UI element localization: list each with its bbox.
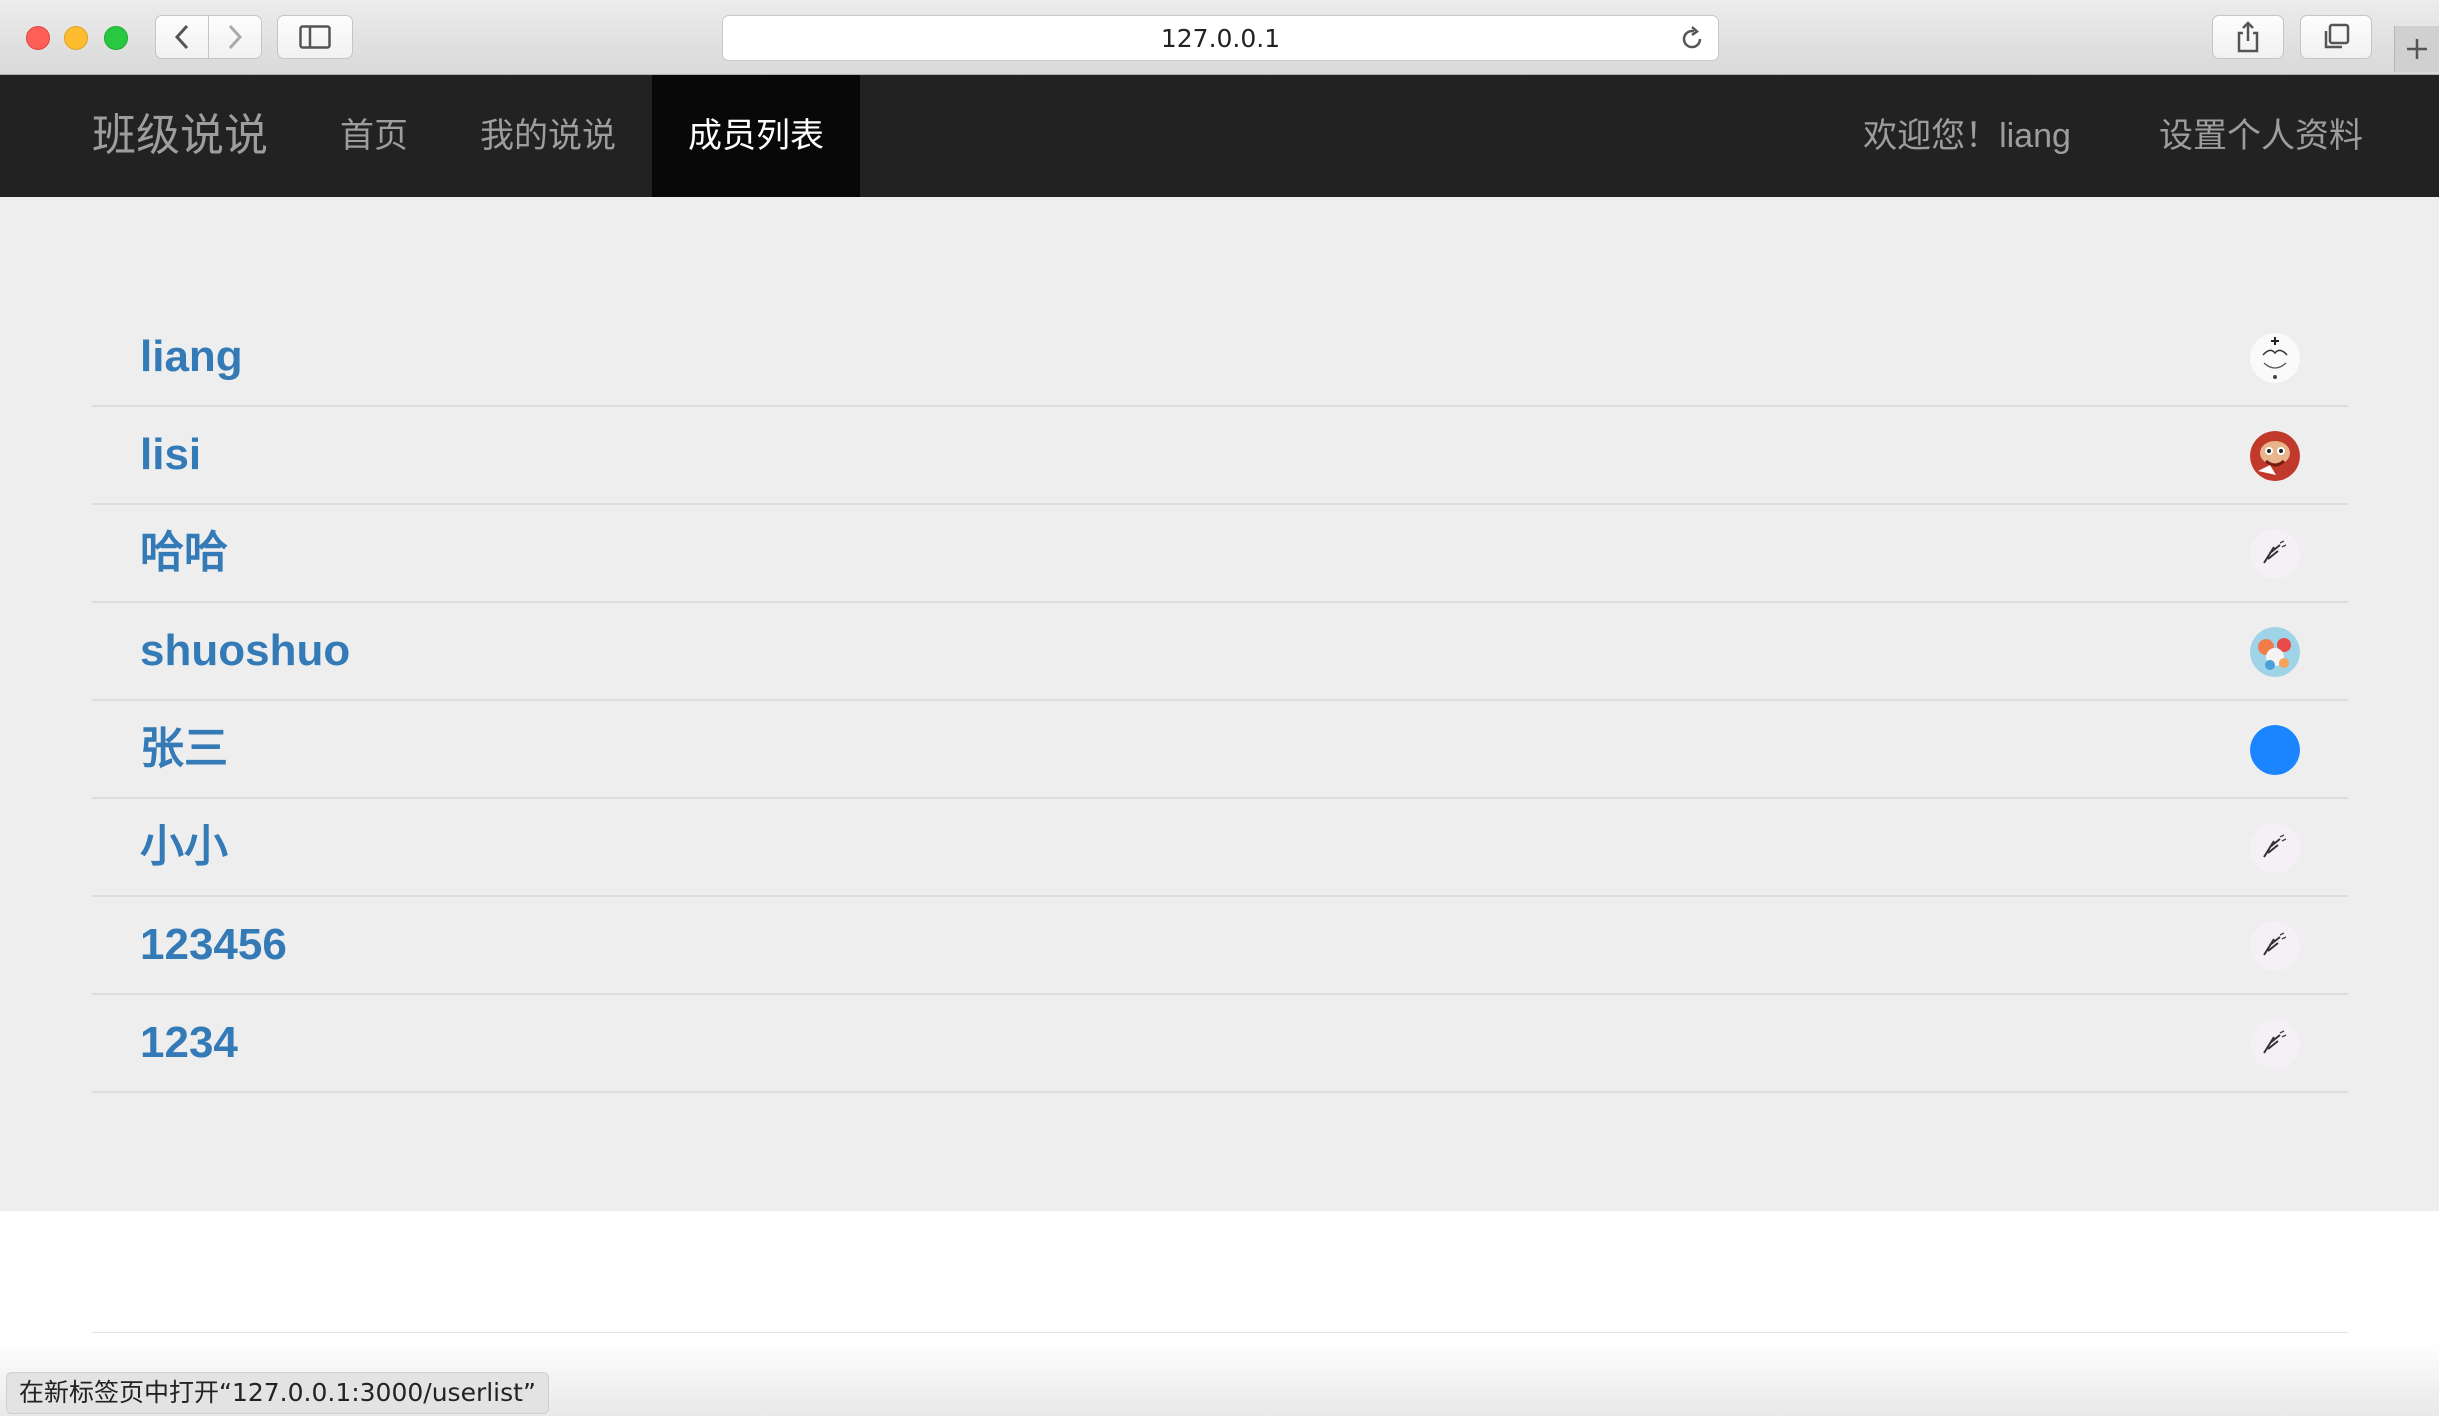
- back-button[interactable]: [155, 15, 209, 59]
- nav-link-my-posts[interactable]: 我的说说: [462, 75, 634, 197]
- nav-link-member-list[interactable]: 成员列表: [652, 75, 860, 197]
- default-sketch-avatar-icon[interactable]: [2250, 921, 2300, 971]
- default-sketch-avatar-icon[interactable]: [2250, 1019, 2300, 1069]
- show-tabs-button[interactable]: [2300, 15, 2372, 59]
- member-name-link[interactable]: 123456: [140, 897, 287, 993]
- default-sketch-avatar-icon[interactable]: [2250, 823, 2300, 873]
- browser-status-bar: 在新标签页中打开“127.0.0.1:3000/userlist”: [6, 1372, 549, 1414]
- sketch-avatar-icon[interactable]: [2250, 333, 2300, 383]
- list-item: 123456: [92, 897, 2348, 995]
- sidebar-icon: [299, 25, 331, 49]
- list-item: 哈哈: [92, 505, 2348, 603]
- reload-icon[interactable]: [1678, 25, 1706, 53]
- address-bar[interactable]: 127.0.0.1: [722, 15, 1719, 61]
- site-navbar: 班级说说 首页 我的说说 成员列表 欢迎您！liang 设置个人资料: [0, 75, 2439, 197]
- list-item: 1234: [92, 995, 2348, 1093]
- browser-toolbar: 127.0.0.1: [0, 0, 2439, 75]
- default-sketch-avatar-icon[interactable]: [2250, 529, 2300, 579]
- address-text: 127.0.0.1: [1160, 23, 1281, 53]
- list-item: 张三: [92, 701, 2348, 799]
- colorful-avatar-icon[interactable]: [2250, 627, 2300, 677]
- chevron-right-icon: [228, 24, 243, 50]
- member-name-link[interactable]: liang: [140, 309, 243, 405]
- nav-link-welcome-user[interactable]: 欢迎您！liang: [1838, 75, 2096, 197]
- share-button[interactable]: [2212, 15, 2284, 59]
- nav-link-home[interactable]: 首页: [318, 75, 430, 197]
- brand-link[interactable]: 班级说说: [92, 75, 268, 197]
- sidebar-toggle-button[interactable]: [277, 15, 353, 59]
- forward-button[interactable]: [208, 15, 262, 59]
- new-tab-button[interactable]: [2394, 26, 2439, 72]
- blue-circle-avatar-icon[interactable]: [2250, 725, 2300, 775]
- member-name-link[interactable]: lisi: [140, 407, 201, 503]
- list-item: 小小: [92, 799, 2348, 897]
- tabs-overview-icon: [2324, 23, 2350, 49]
- zoom-window-button[interactable]: [104, 26, 128, 50]
- close-window-button[interactable]: [26, 26, 50, 50]
- list-item: lisi: [92, 407, 2348, 505]
- list-item: liang: [92, 309, 2348, 407]
- member-name-link[interactable]: 哈哈: [140, 505, 228, 601]
- plus-icon: [2407, 39, 2427, 59]
- minimize-window-button[interactable]: [64, 26, 88, 50]
- chevron-left-icon: [174, 24, 189, 50]
- member-list: liang lisi 哈哈 shuoshuo 张三 小小 123456 1234: [92, 309, 2348, 1093]
- member-name-link[interactable]: 1234: [140, 995, 238, 1091]
- share-icon: [2237, 21, 2259, 53]
- content-area: liang lisi 哈哈 shuoshuo 张三 小小 123456 1234: [0, 197, 2439, 1211]
- nav-link-profile-settings[interactable]: 设置个人资料: [2128, 75, 2394, 197]
- footer-divider: [92, 1332, 2348, 1333]
- red-cartoon-avatar-icon[interactable]: [2250, 431, 2300, 481]
- list-item: shuoshuo: [92, 603, 2348, 701]
- member-name-link[interactable]: 张三: [140, 701, 228, 797]
- member-name-link[interactable]: shuoshuo: [140, 603, 350, 699]
- member-name-link[interactable]: 小小: [140, 799, 228, 895]
